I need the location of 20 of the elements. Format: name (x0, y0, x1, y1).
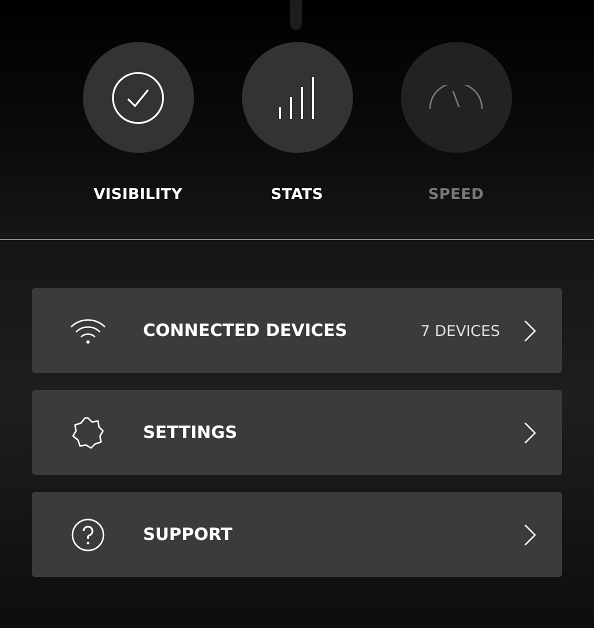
chevron-icon (524, 422, 536, 444)
bar-chart-icon (278, 76, 316, 118)
wifi-icon (70, 318, 106, 344)
chevron-icon (524, 320, 536, 342)
menu-row[interactable]: SUPPORT (32, 492, 562, 577)
stand-drawing (290, 0, 302, 30)
mode-label: SPEED (428, 185, 484, 203)
settings-icon (71, 416, 105, 450)
check-icon (111, 70, 165, 124)
gauge-icon (428, 84, 484, 110)
menu-label: SETTINGS (143, 422, 238, 442)
menu-label: SUPPORT (143, 524, 234, 544)
menu-row[interactable]: CONNECTED DEVICES 7 DEVICES (32, 288, 562, 373)
menu-label: CONNECTED DEVICES (143, 320, 348, 340)
mode-label: VISIBILITY (94, 185, 182, 203)
menu-row[interactable]: SETTINGS (32, 390, 562, 475)
mode-label: STATS (270, 185, 324, 203)
chevron-icon (524, 524, 536, 546)
help-icon (71, 518, 105, 552)
device-count: 7 DEVICES (420, 322, 500, 340)
